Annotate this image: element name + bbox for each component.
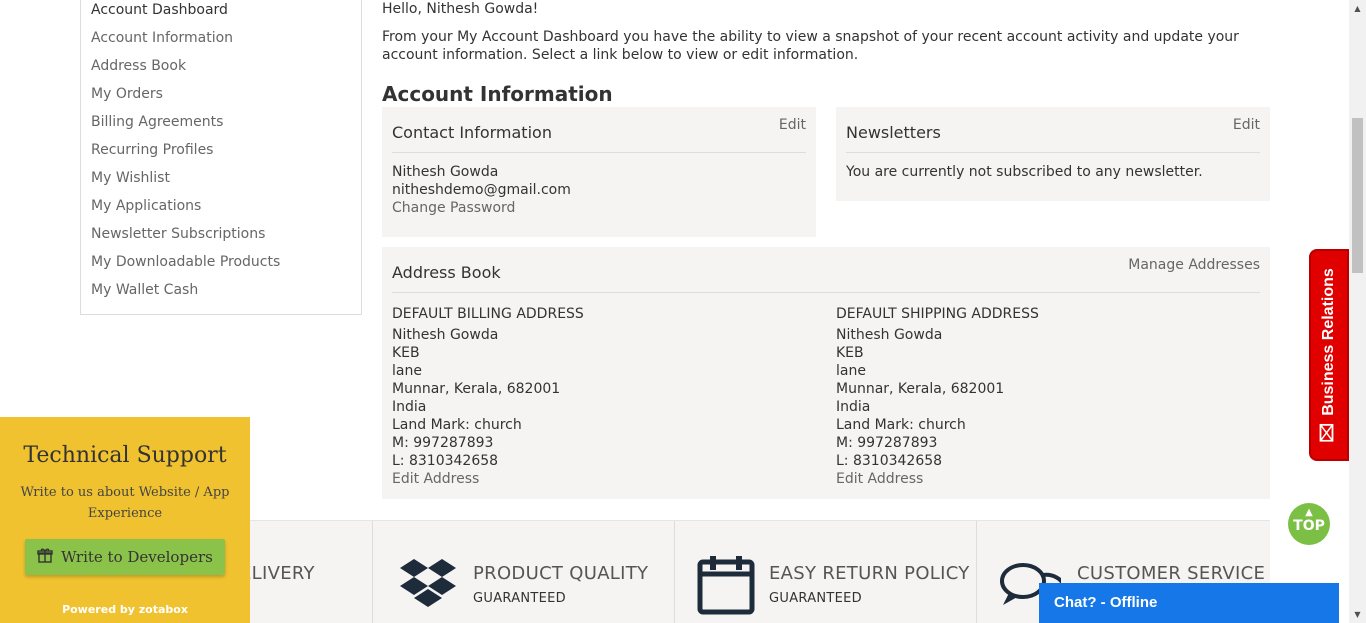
feature-subtitle: GUARANTEED bbox=[473, 591, 566, 606]
shipping-line: M: 997287893 bbox=[836, 435, 938, 451]
newsletters-title: Newsletters bbox=[846, 119, 1260, 153]
shipping-line: India bbox=[836, 399, 871, 415]
billing-line: Nithesh Gowda bbox=[392, 327, 499, 343]
sidebar-item-wallet-cash[interactable]: My Wallet Cash bbox=[91, 280, 361, 308]
feature-easy-return: EASY RETURN POLICY GUARANTEED bbox=[674, 521, 976, 623]
feature-title: EASY RETURN POLICY bbox=[769, 563, 970, 584]
sidebar-item-recurring-profiles[interactable]: Recurring Profiles bbox=[91, 140, 361, 168]
calendar-icon bbox=[697, 556, 755, 615]
account-sidebar: Account Dashboard Account Information Ad… bbox=[80, 0, 362, 315]
mail-icon bbox=[1318, 423, 1341, 442]
shipping-line: Nithesh Gowda bbox=[836, 327, 943, 343]
sidebar-item-address-book[interactable]: Address Book bbox=[91, 56, 361, 84]
shipping-line: lane bbox=[836, 363, 866, 379]
newsletters-box: Newsletters Edit You are currently not s… bbox=[836, 107, 1270, 201]
business-relations-tab[interactable]: Business Relations bbox=[1309, 249, 1349, 461]
feature-product-quality: PRODUCT QUALITY GUARANTEED bbox=[372, 521, 674, 623]
business-relations-label: Business Relations bbox=[1318, 268, 1341, 442]
dropbox-icon bbox=[400, 559, 456, 607]
shipping-line: L: 8310342658 bbox=[836, 453, 943, 469]
chevron-up-icon: ▲ bbox=[1305, 507, 1313, 518]
address-book-box: Address Book Manage Addresses DEFAULT BI… bbox=[382, 247, 1270, 499]
tech-support-title: Technical Support bbox=[23, 443, 227, 468]
sidebar-item-account-information[interactable]: Account Information bbox=[91, 28, 361, 56]
shipping-address: DEFAULT SHIPPING ADDRESS Nithesh Gowda K… bbox=[836, 305, 1256, 488]
intro-text: From your My Account Dashboard you have … bbox=[382, 29, 1239, 63]
shipping-edit-address-link[interactable]: Edit Address bbox=[836, 471, 923, 487]
sidebar-item-billing-agreements[interactable]: Billing Agreements bbox=[91, 112, 361, 140]
billing-line: L: 8310342658 bbox=[392, 453, 499, 469]
contact-name: Nithesh Gowda bbox=[392, 164, 499, 180]
billing-line: India bbox=[392, 399, 427, 415]
billing-line: M: 997287893 bbox=[392, 435, 494, 451]
change-password-link[interactable]: Change Password bbox=[392, 200, 515, 216]
top-label: TOP bbox=[1293, 518, 1325, 534]
feature-title: ELIVERY bbox=[240, 563, 315, 584]
scroll-thumb[interactable] bbox=[1352, 118, 1363, 273]
newsletter-status: You are currently not subscribed to any … bbox=[846, 164, 1203, 180]
sidebar-item-my-orders[interactable]: My Orders bbox=[91, 84, 361, 112]
greeting: Hello, Nithesh Gowda! bbox=[382, 1, 539, 17]
sidebar-item-account-dashboard[interactable]: Account Dashboard bbox=[91, 0, 361, 28]
write-to-developers-label: Write to Developers bbox=[61, 548, 213, 566]
billing-line: Munnar, Kerala, 682001 bbox=[392, 381, 561, 397]
sidebar-item-downloadable-products[interactable]: My Downloadable Products bbox=[91, 252, 361, 280]
sidebar-item-my-wishlist[interactable]: My Wishlist bbox=[91, 168, 361, 196]
shipping-line: KEB bbox=[836, 345, 864, 361]
account-information-title: Account Information bbox=[382, 82, 613, 106]
feature-title: PRODUCT QUALITY bbox=[473, 563, 649, 584]
shipping-address-heading: DEFAULT SHIPPING ADDRESS bbox=[836, 306, 1039, 322]
billing-line: Land Mark: church bbox=[392, 417, 522, 433]
feature-subtitle: GUARANTEED bbox=[769, 591, 862, 606]
sidebar-item-my-applications[interactable]: My Applications bbox=[91, 196, 361, 224]
billing-edit-address-link[interactable]: Edit Address bbox=[392, 471, 479, 487]
shipping-line: Land Mark: church bbox=[836, 417, 966, 433]
back-to-top-button[interactable]: ▲ TOP bbox=[1288, 503, 1330, 545]
scroll-up-arrow-icon[interactable]: ▲ bbox=[1349, 0, 1366, 17]
technical-support-widget: Technical Support Write to us about Webs… bbox=[0, 417, 250, 623]
shipping-line: Munnar, Kerala, 682001 bbox=[836, 381, 1005, 397]
write-to-developers-button[interactable]: Write to Developers bbox=[25, 539, 225, 575]
billing-line: KEB bbox=[392, 345, 420, 361]
billing-address: DEFAULT BILLING ADDRESS Nithesh Gowda KE… bbox=[392, 305, 812, 488]
contact-information-title: Contact Information bbox=[392, 119, 806, 153]
sidebar-item-newsletter-subscriptions[interactable]: Newsletter Subscriptions bbox=[91, 224, 361, 252]
gift-icon bbox=[37, 540, 53, 576]
feature-title: CUSTOMER SERVICE bbox=[1077, 563, 1266, 584]
dashboard-main: Hello, Nithesh Gowda! From your My Accou… bbox=[382, 0, 1270, 109]
page-scrollbar[interactable]: ▲ ▼ bbox=[1349, 0, 1366, 623]
billing-address-heading: DEFAULT BILLING ADDRESS bbox=[392, 306, 584, 322]
contact-edit-link[interactable]: Edit bbox=[779, 117, 806, 133]
manage-addresses-link[interactable]: Manage Addresses bbox=[1128, 257, 1260, 273]
tech-support-subtitle: Write to us about Website / App Experien… bbox=[20, 485, 230, 521]
powered-by-zotabox[interactable]: Powered by zotabox bbox=[0, 603, 250, 616]
chat-widget[interactable]: Chat? - Offline bbox=[1039, 583, 1339, 623]
scroll-down-arrow-icon[interactable]: ▼ bbox=[1349, 606, 1366, 623]
business-relations-text: Business Relations bbox=[1320, 268, 1338, 416]
billing-line: lane bbox=[392, 363, 422, 379]
newsletters-edit-link[interactable]: Edit bbox=[1233, 117, 1260, 133]
contact-information-box: Contact Information Edit Nithesh Gowda n… bbox=[382, 107, 816, 237]
contact-email: nitheshdemo@gmail.com bbox=[392, 182, 571, 198]
